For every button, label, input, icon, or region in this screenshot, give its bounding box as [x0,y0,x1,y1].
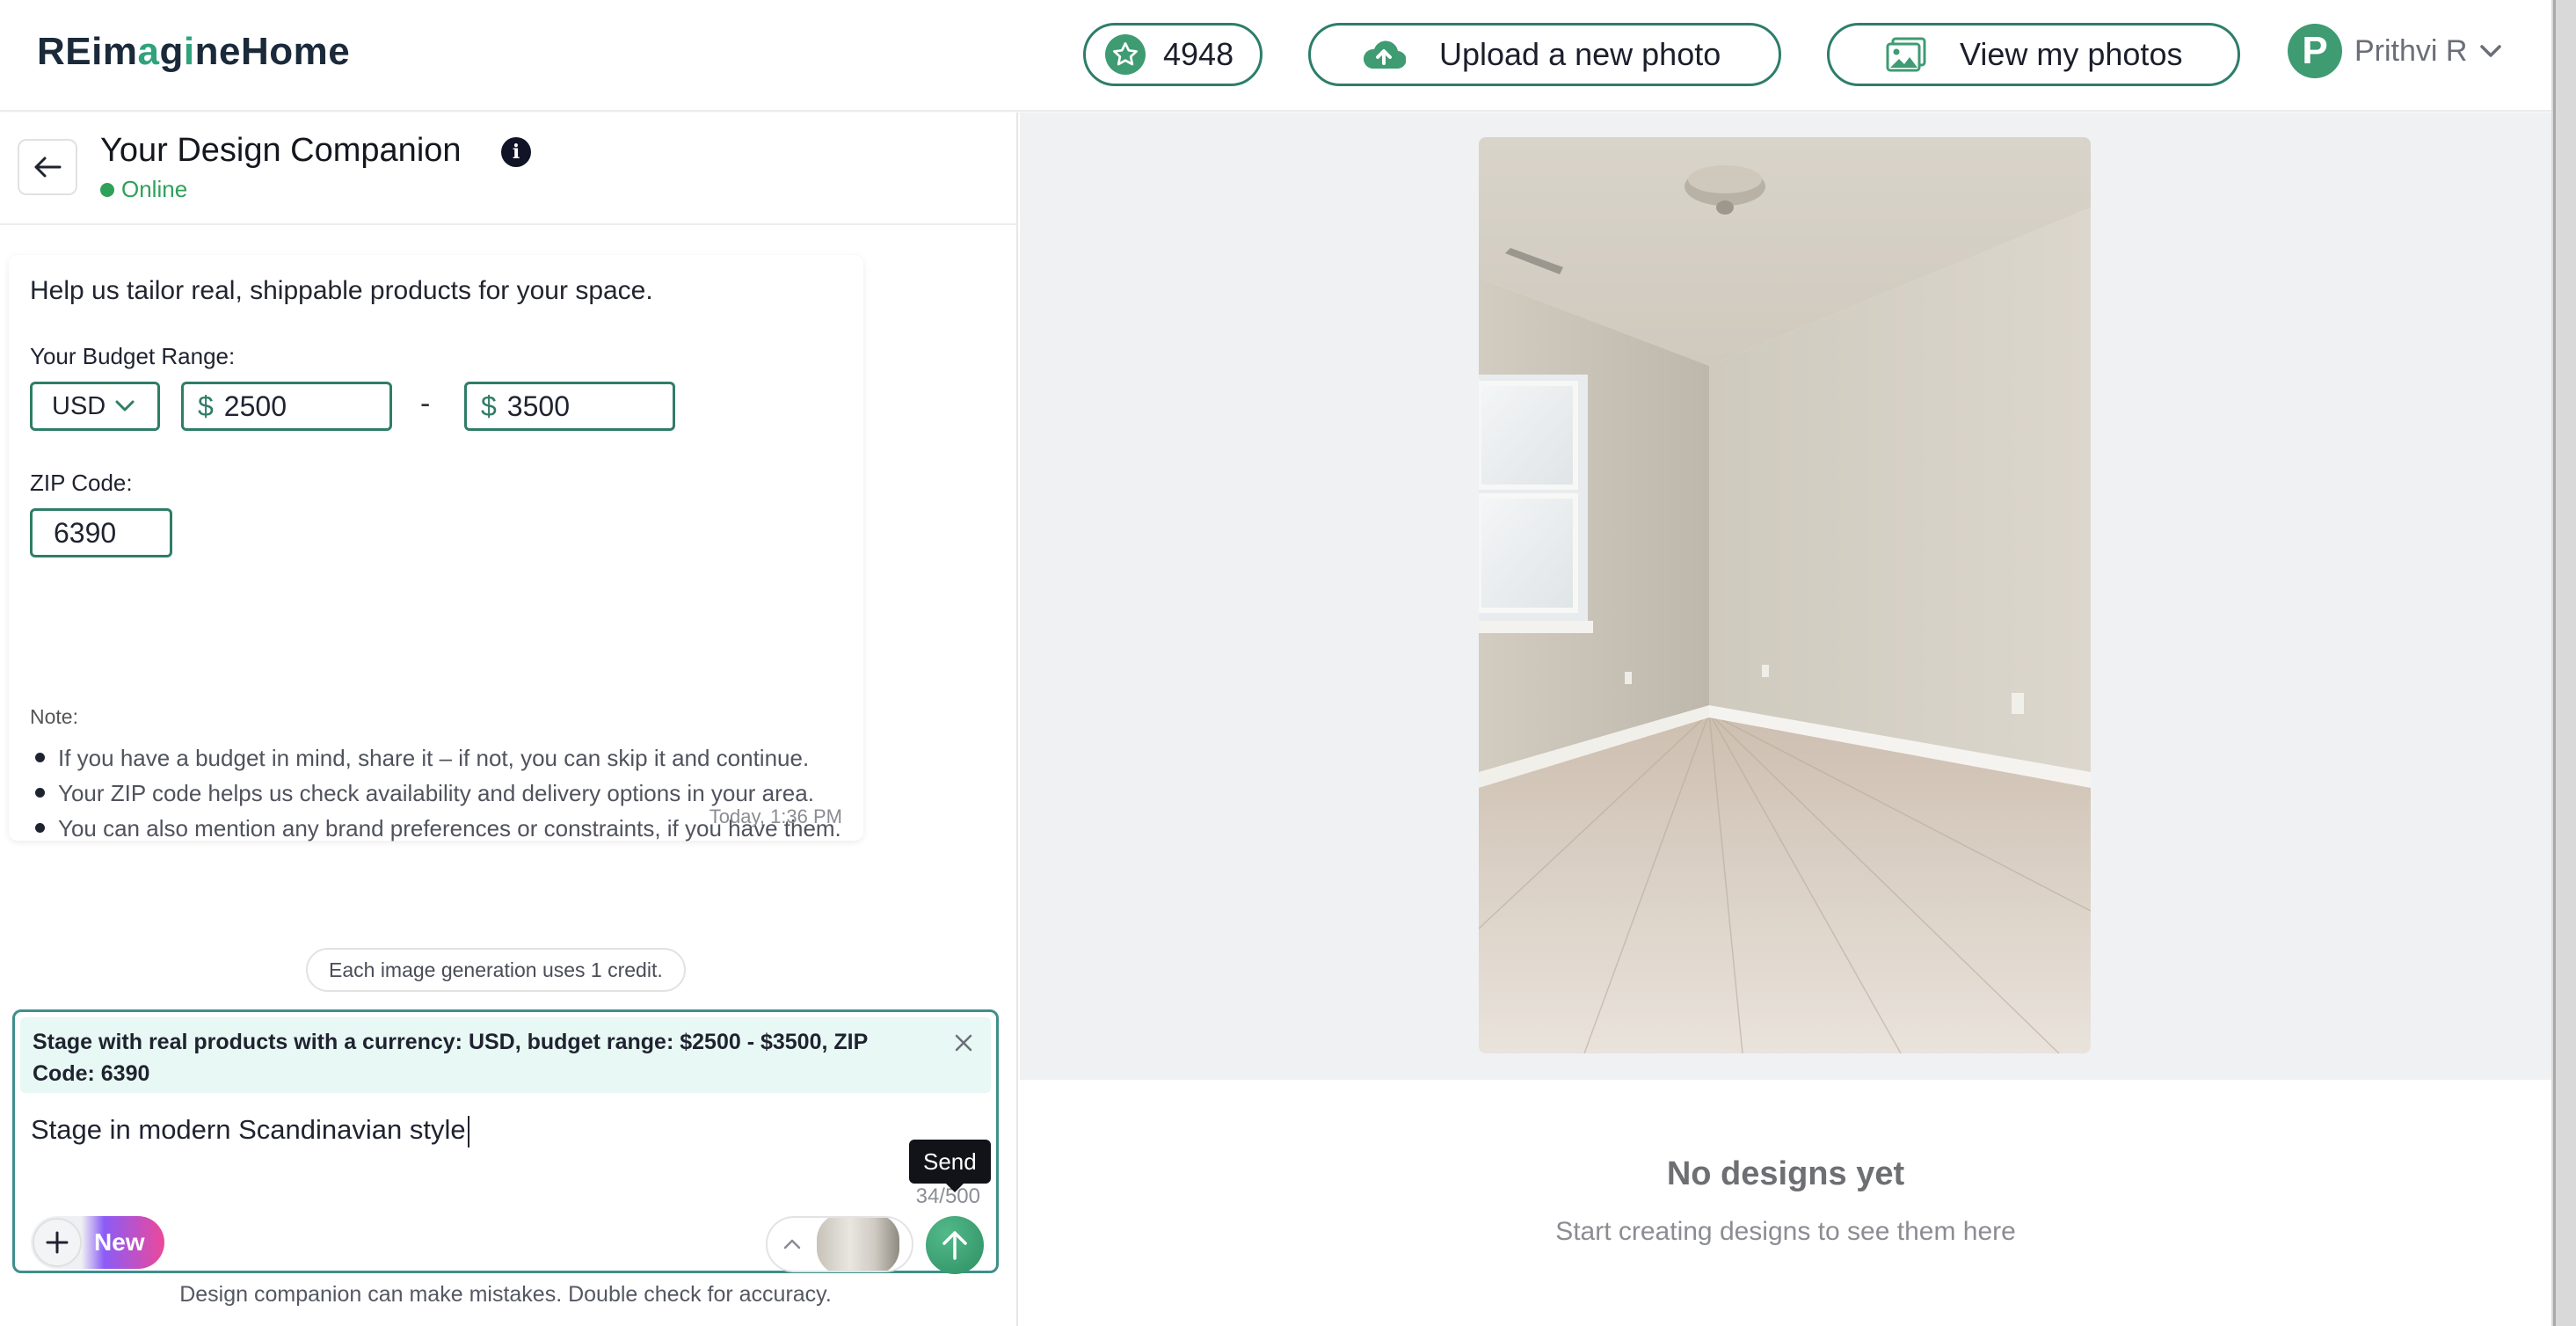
currency-select[interactable]: USD [30,382,160,431]
chevron-down-icon [2479,44,2502,58]
image-gallery-icon [1886,37,1926,72]
online-status: Online [100,176,187,203]
budget-min-input[interactable]: $ 2500 [181,382,392,431]
chevron-up-icon[interactable] [768,1238,817,1250]
top-header: REimagineHome 4948 Upload a new photo Vi… [0,0,2551,112]
star-icon [1105,34,1146,75]
send-tooltip: Send [909,1140,991,1192]
arrow-left-icon [34,157,62,178]
close-icon[interactable] [950,1030,977,1056]
info-icon[interactable]: i [501,137,531,167]
attached-image-selector[interactable] [766,1216,913,1272]
context-chip: Stage with real products with a currency… [20,1017,991,1093]
note-label: Note: [30,705,78,728]
empty-state-title: No designs yet [1666,1155,1905,1192]
status-dot [100,182,114,197]
avatar: P [2288,24,2342,78]
disclaimer: Design companion can make mistakes. Doub… [179,1282,832,1307]
zip-input[interactable]: 6390 [30,508,172,557]
chat-header: Your Design Companion i Online [0,113,1018,225]
photo-stage [1020,113,2551,1080]
new-label: New [94,1228,145,1256]
message-composer: Stage with real products with a currency… [12,1009,999,1274]
list-item: Your ZIP code helps us check availabilit… [30,777,856,809]
new-chat-button[interactable]: New [31,1216,164,1269]
brand-logo[interactable]: REimagineHome [37,30,350,74]
note-list: If you have a budget in mind, share it –… [30,742,856,848]
zip-label: ZIP Code: [30,470,133,496]
dollar-icon: $ [198,390,214,422]
design-preview-panel: No designs yet Start creating designs to… [1020,113,2551,1326]
chat-panel: Your Design Companion i Online Help us t… [0,113,1018,1326]
send-button[interactable] [926,1216,984,1274]
back-button[interactable] [18,139,77,195]
scrollbar-edge [2553,0,2556,1326]
budget-max-input[interactable]: $ 3500 [464,382,675,431]
chevron-down-icon [114,399,135,413]
credits-button[interactable]: 4948 [1083,23,1263,86]
room-photo[interactable] [1479,137,2091,1053]
budget-label: Your Budget Range: [30,343,236,369]
credits-count: 4948 [1163,36,1234,72]
range-separator: - [420,387,431,420]
user-name: Prithvi R [2354,33,2468,68]
message-timestamp: Today, 1:36 PM [709,805,842,827]
cloud-upload-icon [1362,39,1406,70]
card-intro: Help us tailor real, shippable products … [30,276,653,305]
view-photos-label: View my photos [1960,36,2183,72]
empty-state-subtitle: Start creating designs to see them here [1555,1217,2016,1246]
prompt-input[interactable]: Stage in modern Scandinavian style [31,1114,469,1148]
upload-photo-button[interactable]: Upload a new photo [1308,23,1781,86]
text-caret [467,1115,469,1148]
plus-icon[interactable] [33,1218,82,1267]
user-menu[interactable]: P Prithvi R [2288,23,2502,79]
credit-usage-note: Each image generation uses 1 credit. [306,948,686,992]
dollar-icon: $ [481,390,497,422]
list-item: If you have a budget in mind, share it –… [30,742,856,774]
budget-form-card: Help us tailor real, shippable products … [9,255,863,842]
window-scrollbar[interactable] [2551,0,2576,1326]
upload-label: Upload a new photo [1439,36,1721,72]
view-photos-button[interactable]: View my photos [1827,23,2240,86]
chat-title: Your Design Companion [100,132,462,169]
arrow-up-icon [942,1231,967,1260]
room-thumbnail[interactable] [817,1218,899,1271]
